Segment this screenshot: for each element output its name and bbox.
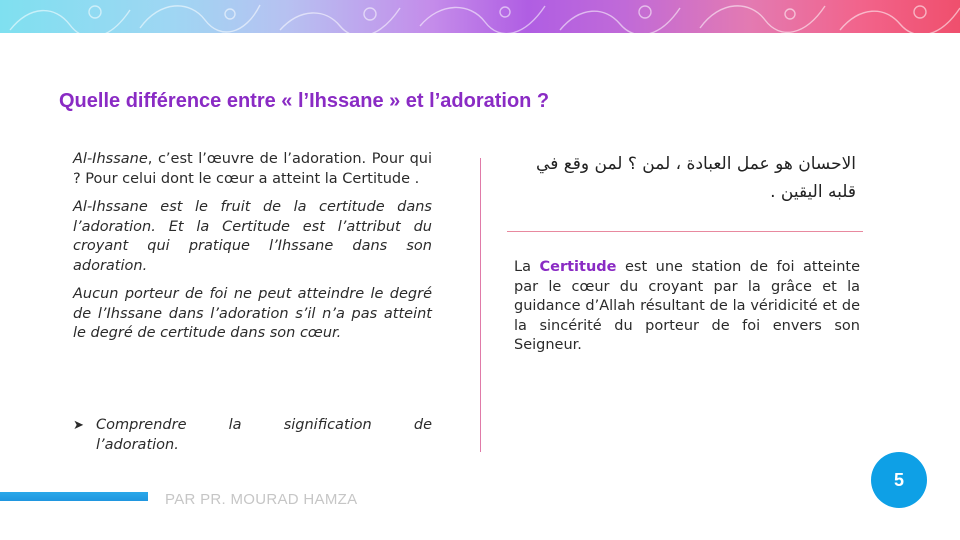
bullet-item: ➤ Comprendre la signification de l’adora… [73, 416, 432, 455]
definition-prefix: La [514, 259, 531, 275]
paragraph-3: Aucun porteur de foi ne peut atteindre l… [73, 286, 432, 341]
bullet-text-line-1: Comprendre la signification de [96, 417, 432, 433]
paragraph-2: Al-Ihssane est le fruit de la certitude … [73, 199, 432, 274]
term-al-ihssane: Al-Ihssane [73, 151, 148, 167]
paragraph-1: Al-Ihssane, c’est l’œuvre de l’adoration… [73, 150, 432, 189]
definition-term: Certitude [539, 259, 617, 275]
certitude-definition: La Certitude est une station de foi atte… [514, 258, 860, 356]
decorative-banner [0, 0, 960, 33]
slide-title: Quelle différence entre « l’Ihssane » et… [59, 90, 550, 112]
page-number-badge: 5 [871, 452, 927, 508]
bullet-text-line-2: l’adoration. [96, 436, 179, 453]
floral-pattern-icon [9, 4, 960, 33]
horizontal-divider [507, 231, 863, 232]
arrow-bullet-icon: ➤ [73, 418, 84, 433]
footer-accent-bar [0, 492, 148, 501]
vertical-divider [480, 158, 481, 452]
arabic-text: الاحسان هو عمل العبادة ، لمن ؟ لمن وقع ف… [536, 154, 856, 202]
left-text-column: Al-Ihssane, c’est l’œuvre de l’adoration… [73, 150, 432, 353]
author-credit: PAR PR. MOURAD HAMZA [165, 491, 358, 508]
